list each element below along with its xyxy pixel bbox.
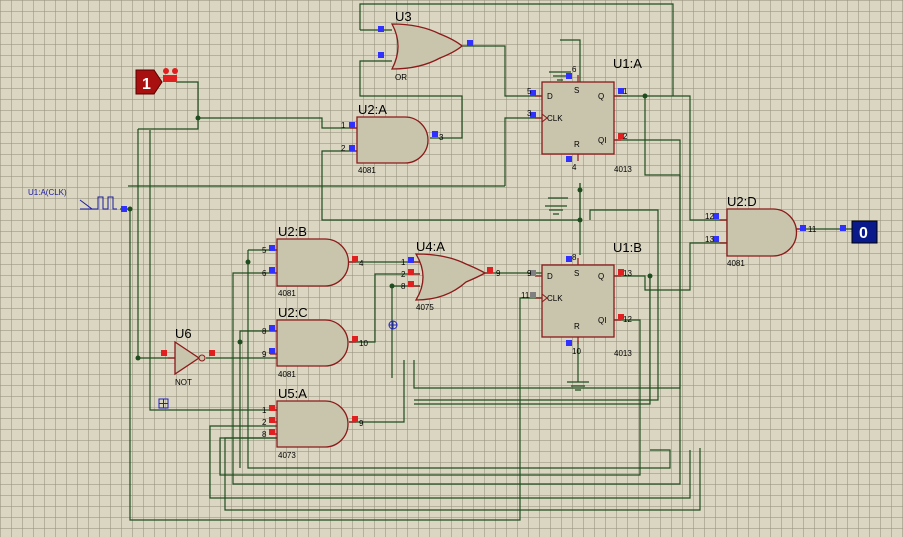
u2a-pin3: 3 [439, 133, 444, 142]
u4a-ref-label: U4:A [416, 239, 445, 254]
u5a-ref-label: U5:A [278, 386, 307, 401]
gate-u2c-and[interactable]: 8 9 10 U2:C 4081 [262, 305, 368, 379]
u1a-ref-label: U1:A [613, 56, 642, 71]
u1b-d-label: D [547, 272, 553, 281]
u1a-r-label: R [574, 140, 580, 149]
u1b-r-label: R [574, 322, 580, 331]
u1a-type-label: 4013 [614, 165, 632, 174]
u2d-pin11: 11 [808, 225, 817, 234]
u4a-type-label: 4075 [416, 303, 434, 312]
u1a-pin3: 3 [527, 109, 532, 118]
u6-type-label: NOT [175, 378, 192, 387]
u5a-pin1: 1 [262, 406, 267, 415]
u1a-s-label: S [574, 86, 579, 95]
clock-generator[interactable]: U1:A(CLK) [28, 188, 127, 212]
u1b-pin12: 12 [623, 315, 632, 324]
u1b-pin11: 11 [521, 291, 530, 300]
u1b-clk-label: CLK [547, 294, 563, 303]
u1a-clk-label: CLK [547, 114, 563, 123]
u2c-pin8: 8 [262, 327, 267, 336]
input-state-value: 1 [142, 76, 151, 93]
gate-u6-not[interactable]: U6 NOT [161, 326, 215, 387]
gate-u3-or[interactable]: U3 OR [378, 9, 473, 82]
u1a-pin2: 2 [623, 132, 628, 141]
gate-u4a-or[interactable]: 1 2 8 9 U4:A 4075 [401, 239, 501, 312]
u5a-pin9: 9 [359, 419, 364, 428]
u1a-pin1: 1 [623, 87, 628, 96]
flipflop-u1b[interactable]: D S Q CLK R QI 9 11 13 12 8 10 U1:B 4013 [521, 240, 642, 358]
u1b-qi-label: QI [598, 316, 606, 325]
clock-label: U1:A(CLK) [28, 188, 67, 197]
u1a-d-label: D [547, 92, 553, 101]
gate-u2a-and[interactable]: 1 2 3 U2:A 4081 [341, 102, 444, 175]
u5a-type-label: 4073 [278, 451, 296, 460]
u2c-ref-label: U2:C [278, 305, 308, 320]
u2b-type-label: 4081 [278, 289, 296, 298]
u2d-pin13: 13 [705, 235, 714, 244]
u5a-pin8: 8 [262, 430, 267, 439]
u3-type-label: OR [395, 73, 407, 82]
u1b-pin9: 9 [527, 269, 532, 278]
u2d-pin12: 12 [705, 212, 714, 221]
u1a-qi-label: QI [598, 136, 606, 145]
gate-u2b-and[interactable]: 5 6 4 U2:B 4081 [262, 224, 364, 298]
schematic-canvas[interactable]: 1 U1:A(CLK) U3 OR 1 2 3 U2:A 4081 D S Q … [0, 0, 903, 537]
u2a-type-label: 4081 [358, 166, 376, 175]
u1b-pin13: 13 [623, 269, 632, 278]
u1b-ref-label: U1:B [613, 240, 642, 255]
u1a-pin6: 6 [572, 65, 577, 74]
u1b-q-label: Q [598, 272, 604, 281]
u6-ref-label: U6 [175, 326, 192, 341]
u1a-pin4: 4 [572, 163, 577, 172]
u1b-pin8: 8 [572, 253, 577, 262]
u2b-ref-label: U2:B [278, 224, 307, 239]
u2a-ref-label: U2:A [358, 102, 387, 117]
gate-u5a-and[interactable]: 1 2 8 9 U5:A 4073 [262, 386, 364, 460]
u3-ref-label: U3 [395, 9, 412, 24]
u4a-pin1: 1 [401, 258, 406, 267]
u1a-q-label: Q [598, 92, 604, 101]
u2b-pin4: 4 [359, 259, 364, 268]
u1b-s-label: S [574, 269, 579, 278]
u1b-type-label: 4013 [614, 349, 632, 358]
u2d-ref-label: U2:D [727, 194, 757, 209]
u2b-pin6: 6 [262, 269, 267, 278]
u2c-pin9: 9 [262, 350, 267, 359]
logic-input-state[interactable]: 1 [135, 68, 178, 95]
schematic-drawing: 1 U1:A(CLK) U3 OR 1 2 3 U2:A 4081 D S Q … [28, 3, 878, 521]
u2c-type-label: 4081 [278, 370, 296, 379]
u2a-pin1: 1 [341, 121, 346, 130]
gate-u2d-and[interactable]: 12 13 11 U2:D 4081 [705, 194, 817, 268]
u5a-pin2: 2 [262, 418, 267, 427]
flipflop-u1a[interactable]: D S Q CLK R QI 5 3 1 2 6 4 U1:A 4013 [527, 56, 642, 174]
u1b-pin10: 10 [572, 347, 581, 356]
u2c-pin10: 10 [359, 339, 368, 348]
u4a-pin8: 8 [401, 282, 406, 291]
output-state-value: 0 [859, 225, 868, 242]
u4a-pin2: 2 [401, 270, 406, 279]
u2b-pin5: 5 [262, 246, 267, 255]
u4a-pin9: 9 [496, 269, 501, 278]
u1a-pin5: 5 [527, 87, 532, 96]
u2d-type-label: 4081 [727, 259, 745, 268]
u2a-pin2: 2 [341, 144, 346, 153]
logic-output-probe[interactable]: 0 [840, 220, 878, 244]
